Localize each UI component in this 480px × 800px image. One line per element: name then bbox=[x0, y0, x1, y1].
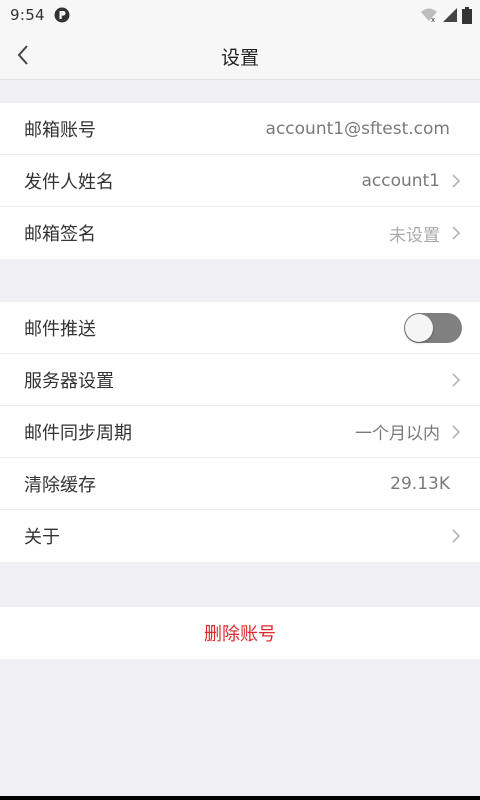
toggle-knob bbox=[405, 313, 433, 342]
delete-account-label: 删除账号 bbox=[204, 624, 276, 645]
email-account-value: account1@sftest.com bbox=[265, 118, 450, 139]
email-account-label: 邮箱账号 bbox=[24, 119, 96, 141]
chevron-right-icon bbox=[452, 424, 461, 439]
chevron-right-icon bbox=[452, 372, 461, 387]
battery-icon bbox=[462, 6, 472, 24]
chevron-right-icon bbox=[452, 226, 461, 240]
app-notification-icon bbox=[54, 7, 70, 23]
delete-account-button[interactable]: 删除账号 bbox=[0, 607, 480, 659]
mail-push-label: 邮件推送 bbox=[24, 318, 96, 340]
delete-account-group: 删除账号 bbox=[0, 607, 480, 659]
about-row[interactable]: 关于 bbox=[0, 510, 480, 562]
sync-period-row[interactable]: 邮件同步周期 一个月以内 bbox=[0, 406, 480, 458]
mail-push-row: 邮件推送 bbox=[0, 302, 480, 354]
sender-name-value: account1 bbox=[361, 170, 440, 191]
account-info-group: 邮箱账号 account1@sftest.com 发件人姓名 account1 … bbox=[0, 103, 480, 259]
status-time: 9:54 bbox=[10, 6, 45, 24]
navigation-bar: 设置 bbox=[0, 30, 480, 80]
sender-name-row[interactable]: 发件人姓名 account1 bbox=[0, 155, 480, 207]
mail-push-toggle[interactable] bbox=[404, 312, 462, 343]
mail-settings-group: 邮件推送 服务器设置 邮件同步周期 一个月以内 清除缓存 29.13K 关于 bbox=[0, 302, 480, 562]
svg-text:x: x bbox=[431, 16, 435, 23]
clear-cache-row[interactable]: 清除缓存 29.13K bbox=[0, 458, 480, 510]
sync-period-value: 一个月以内 bbox=[355, 424, 440, 444]
server-settings-row[interactable]: 服务器设置 bbox=[0, 354, 480, 406]
server-settings-label: 服务器设置 bbox=[24, 370, 114, 392]
bottom-system-bar bbox=[0, 796, 480, 800]
about-label: 关于 bbox=[24, 527, 60, 548]
clear-cache-label: 清除缓存 bbox=[24, 474, 96, 496]
signal-icon bbox=[443, 8, 457, 22]
status-bar: 9:54 x bbox=[0, 0, 480, 30]
email-signature-value: 未设置 bbox=[389, 225, 440, 246]
sender-name-label: 发件人姓名 bbox=[24, 171, 114, 193]
sync-period-label: 邮件同步周期 bbox=[24, 422, 132, 444]
email-signature-label: 邮箱签名 bbox=[24, 224, 96, 245]
email-account-row: 邮箱账号 account1@sftest.com bbox=[0, 103, 480, 155]
status-indicators: x bbox=[420, 6, 472, 24]
chevron-right-icon bbox=[452, 173, 461, 188]
wifi-icon: x bbox=[421, 8, 437, 23]
chevron-right-icon bbox=[452, 529, 461, 543]
cache-size-value: 29.13K bbox=[390, 473, 450, 494]
email-signature-row[interactable]: 邮箱签名 未设置 bbox=[0, 207, 480, 259]
page-title: 设置 bbox=[220, 47, 259, 69]
